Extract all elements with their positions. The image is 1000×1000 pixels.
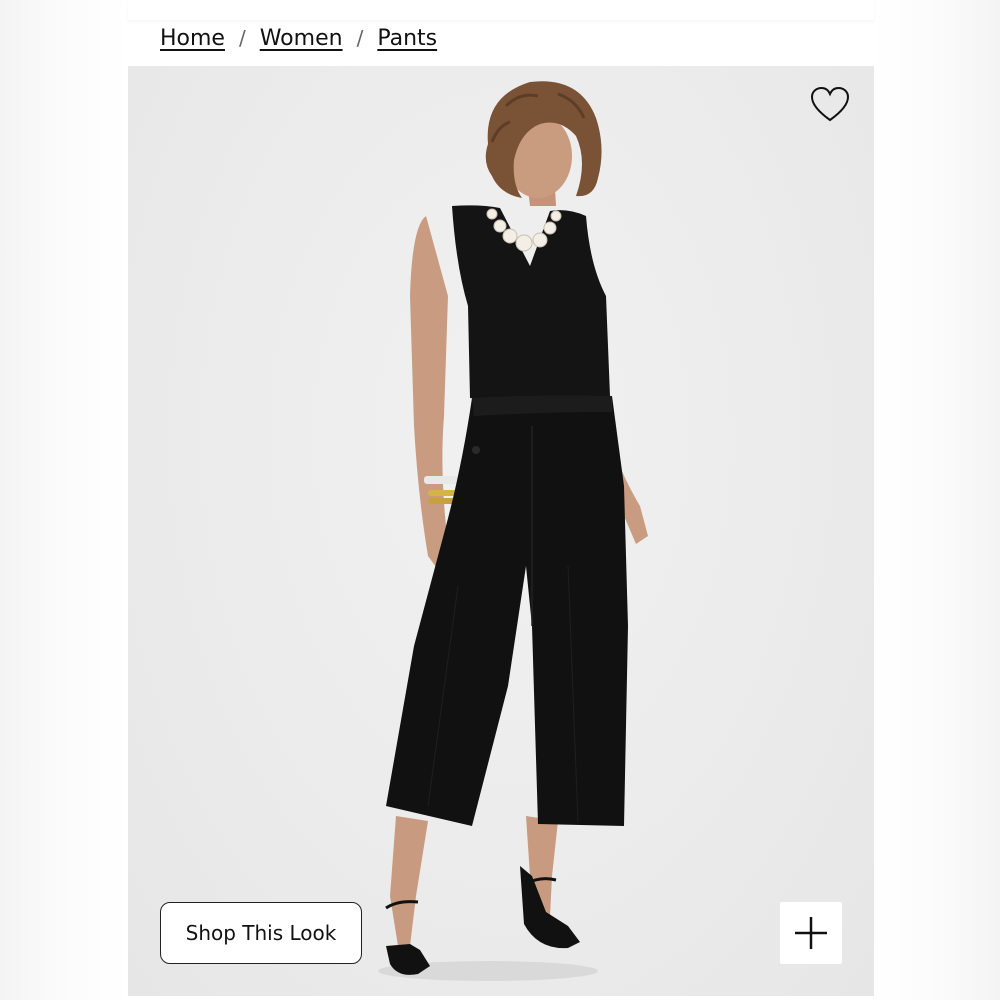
pocket-button bbox=[472, 446, 480, 454]
header-strip bbox=[128, 0, 874, 20]
breadcrumb-pants-link[interactable]: Pants bbox=[377, 26, 437, 51]
plus-icon bbox=[795, 917, 827, 949]
wishlist-heart-icon[interactable] bbox=[810, 86, 850, 124]
black-sweater-vest bbox=[452, 205, 610, 402]
page-frame: Home / Women / Pants Shop This Look bbox=[0, 0, 1000, 1000]
breadcrumb-separator: / bbox=[356, 26, 364, 50]
breadcrumb-home-link[interactable]: Home bbox=[160, 26, 225, 51]
left-leg bbox=[390, 816, 428, 946]
shop-this-look-button[interactable]: Shop This Look bbox=[160, 902, 362, 964]
bracelet-white bbox=[424, 476, 458, 484]
heart-icon bbox=[810, 86, 850, 122]
breadcrumb-separator: / bbox=[238, 26, 246, 50]
expand-plus-button[interactable] bbox=[780, 902, 842, 964]
breadcrumb-women-link[interactable]: Women bbox=[260, 26, 343, 51]
product-image[interactable]: Shop This Look bbox=[128, 66, 874, 996]
breadcrumb: Home / Women / Pants bbox=[160, 20, 437, 56]
model-illustration bbox=[378, 81, 648, 981]
